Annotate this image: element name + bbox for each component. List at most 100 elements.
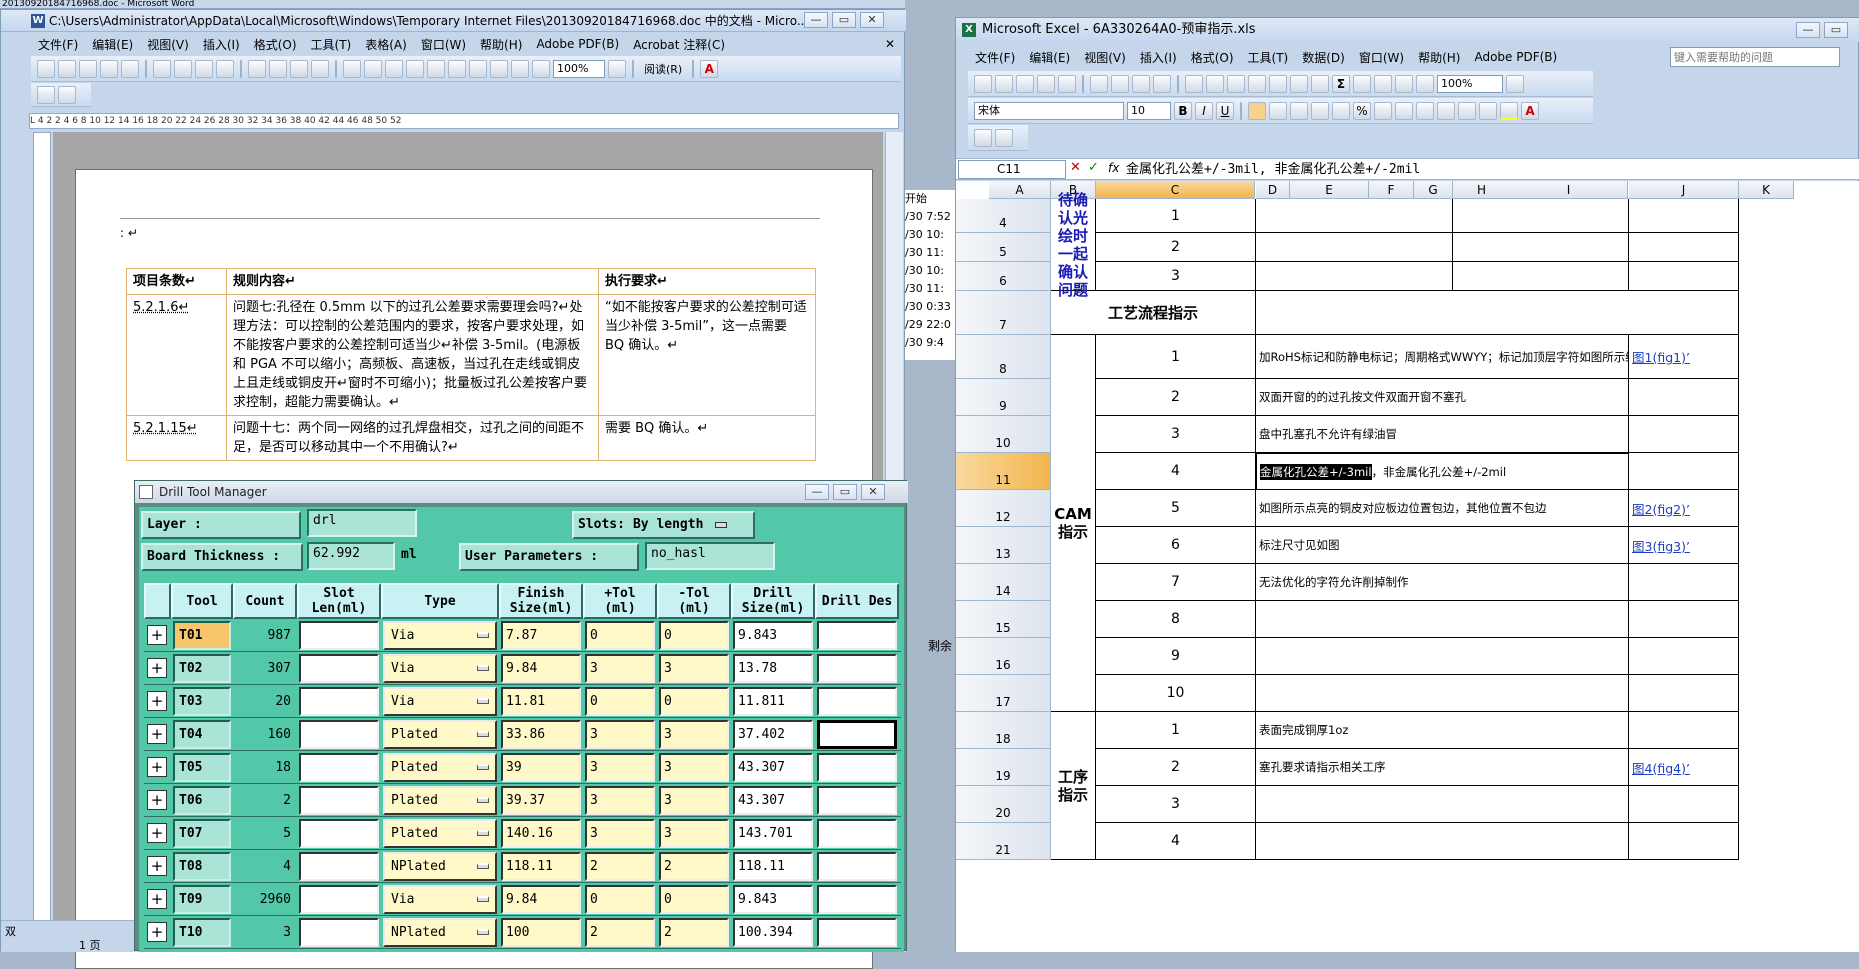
print-icon[interactable] xyxy=(153,59,171,78)
slot-length-input[interactable] xyxy=(299,818,379,848)
new-icon[interactable] xyxy=(974,74,992,93)
help-search-input[interactable] xyxy=(1670,47,1840,67)
finish-size-input[interactable]: 39 xyxy=(501,752,581,782)
font-color-icon[interactable]: A xyxy=(700,59,719,78)
cut-icon[interactable] xyxy=(1185,74,1203,93)
item-number-cell[interactable]: 3 xyxy=(1096,262,1256,291)
type-selector[interactable]: Via xyxy=(383,884,497,914)
plus-tol-input[interactable]: 0 xyxy=(585,884,655,914)
plus-tol-input[interactable]: 2 xyxy=(585,851,655,881)
undo-icon[interactable] xyxy=(1269,74,1287,93)
instruction-cell[interactable]: 塞孔要求请指示相关工序 xyxy=(1256,749,1629,786)
column-header[interactable]: I xyxy=(1510,181,1628,199)
paste-icon[interactable] xyxy=(290,59,308,78)
row-header[interactable]: 4 xyxy=(956,199,1051,233)
type-selector[interactable]: Plated xyxy=(383,719,497,749)
font-name-combo[interactable]: 宋体 xyxy=(974,101,1124,120)
item-number-cell[interactable]: 10 xyxy=(1096,675,1256,712)
menu-help[interactable]: 帮助(H) xyxy=(473,36,529,53)
align-right-icon[interactable] xyxy=(1290,101,1308,120)
drill-size-input[interactable]: 118.11 xyxy=(733,851,813,881)
save-icon[interactable] xyxy=(1016,74,1034,93)
xl-menu-view[interactable]: 视图(V) xyxy=(1077,49,1133,66)
drill-des-input[interactable] xyxy=(817,785,897,815)
blank-cell[interactable] xyxy=(1453,262,1629,291)
expand-icon[interactable]: + xyxy=(147,790,167,810)
expand-icon[interactable]: + xyxy=(147,691,167,711)
drill-des-input[interactable] xyxy=(817,686,897,716)
drill-des-input[interactable] xyxy=(817,620,897,650)
item-number-cell[interactable]: 2 xyxy=(1096,379,1256,416)
blank-cell[interactable] xyxy=(1629,233,1739,262)
item-number-cell[interactable]: 6 xyxy=(1096,527,1256,564)
drill-des-input[interactable] xyxy=(817,851,897,881)
blank-cell[interactable] xyxy=(1453,199,1629,233)
item-number-cell[interactable]: 2 xyxy=(1096,233,1256,262)
row-header[interactable]: 9 xyxy=(956,379,1051,416)
plus-tol-input[interactable]: 3 xyxy=(585,818,655,848)
menu-format[interactable]: 格式(O) xyxy=(247,36,304,53)
blank-cell[interactable] xyxy=(1629,199,1739,233)
indent-icon[interactable] xyxy=(1458,101,1476,120)
restore-button[interactable]: ▭ xyxy=(832,12,856,28)
item-number-cell[interactable]: 4 xyxy=(1096,453,1256,490)
hyperlink-icon[interactable] xyxy=(385,59,403,78)
xl-menu-tools[interactable]: 工具(T) xyxy=(1241,49,1296,66)
email-icon[interactable] xyxy=(1058,74,1076,93)
instruction-cell[interactable]: 如图所示点亮的铜皮对应板边位置包边，其他位置不包边 xyxy=(1256,490,1629,527)
slot-length-input[interactable] xyxy=(299,884,379,914)
expand-icon[interactable]: + xyxy=(147,658,167,678)
blank-cell[interactable] xyxy=(1629,601,1739,638)
blank-cell[interactable] xyxy=(1629,675,1739,712)
blank-cell[interactable] xyxy=(1629,638,1739,675)
column-header[interactable]: J xyxy=(1629,181,1739,199)
close-button[interactable]: ✕ xyxy=(860,12,884,28)
spelling-icon[interactable] xyxy=(195,59,213,78)
italic-icon[interactable]: I xyxy=(1195,101,1213,120)
redo-icon[interactable] xyxy=(1290,74,1308,93)
blank-cell[interactable] xyxy=(1629,379,1739,416)
chevron-down-icon[interactable] xyxy=(477,830,489,836)
item-number-cell[interactable]: 1 xyxy=(1096,335,1256,379)
xl-menu-data[interactable]: 数据(D) xyxy=(1295,49,1352,66)
xl-menu-insert[interactable]: 插入(I) xyxy=(1133,49,1184,66)
minimize-button[interactable]: — xyxy=(1796,22,1820,38)
type-selector[interactable]: Plated xyxy=(383,752,497,782)
column-header[interactable]: H xyxy=(1453,181,1511,199)
tables-borders-icon[interactable] xyxy=(406,59,424,78)
new-icon[interactable] xyxy=(37,59,55,78)
tool-id[interactable]: T06 xyxy=(173,785,231,815)
type-selector[interactable]: Via xyxy=(383,620,497,650)
permission-icon[interactable] xyxy=(100,59,118,78)
minus-tol-input[interactable]: 0 xyxy=(659,620,729,650)
chevron-down-icon[interactable] xyxy=(477,896,489,902)
expand-icon[interactable]: + xyxy=(147,889,167,909)
menu-close-icon[interactable]: ✕ xyxy=(878,37,901,51)
slot-length-input[interactable] xyxy=(299,917,379,947)
tool-id[interactable]: T05 xyxy=(173,752,231,782)
chevron-down-icon[interactable] xyxy=(477,863,489,869)
xl-menu-file[interactable]: 文件(F) xyxy=(968,49,1022,66)
thickness-field[interactable]: 62.992 xyxy=(307,542,395,570)
row-header[interactable]: 15 xyxy=(956,601,1051,638)
drill-des-input[interactable] xyxy=(817,818,897,848)
font-size-combo[interactable]: 10 xyxy=(1127,101,1171,120)
drill-des-input[interactable] xyxy=(817,884,897,914)
minus-tol-input[interactable]: 0 xyxy=(659,884,729,914)
user-params-field[interactable]: no_hasl xyxy=(645,542,775,570)
research-icon[interactable] xyxy=(1153,74,1171,93)
chevron-down-icon[interactable] xyxy=(477,731,489,737)
expand-icon[interactable]: + xyxy=(147,922,167,942)
worksheet-grid[interactable]: A B C D E F G H I J K 4 5 6 7 8 9 10 11 12 13 14 15 16 17 18 19 20 2… xyxy=(956,181,1859,952)
copy-icon[interactable] xyxy=(269,59,287,78)
finish-size-input[interactable]: 118.11 xyxy=(501,851,581,881)
decrease-decimal-icon[interactable] xyxy=(1416,101,1434,120)
instruction-cell[interactable] xyxy=(1256,823,1629,860)
plus-tol-input[interactable]: 3 xyxy=(585,785,655,815)
chevron-down-icon[interactable] xyxy=(477,665,489,671)
item-number-cell[interactable]: 9 xyxy=(1096,638,1256,675)
plus-tol-input[interactable]: 2 xyxy=(585,917,655,947)
horizontal-ruler[interactable]: L 4 2 2 4 6 8 10 12 14 16 18 20 22 24 26… xyxy=(29,113,899,129)
blank-cell[interactable] xyxy=(1629,712,1739,749)
restore-button[interactable]: ▭ xyxy=(833,484,857,500)
